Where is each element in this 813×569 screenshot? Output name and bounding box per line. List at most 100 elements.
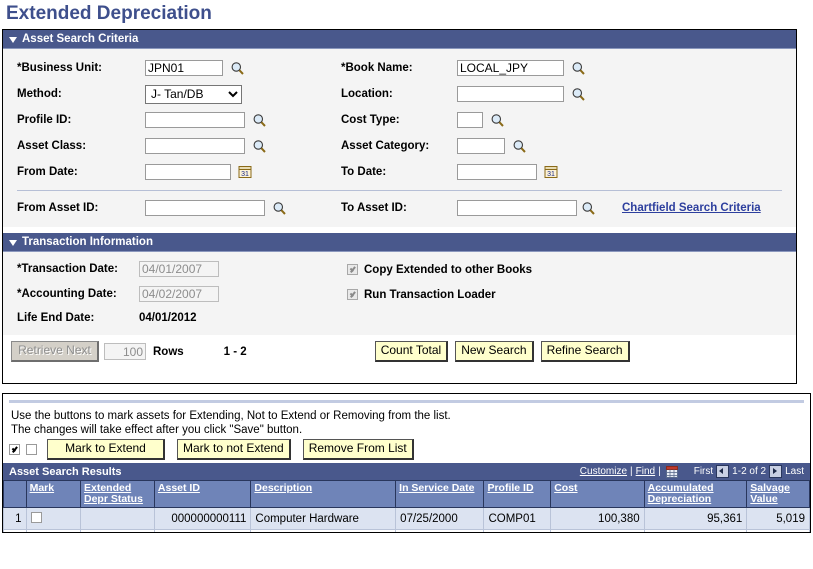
next-arrow-icon[interactable] (769, 465, 783, 478)
run-transaction-loader-label: Run Transaction Loader (364, 288, 496, 301)
row-description: Computer Hardware (250, 529, 397, 532)
to-asset-id-label: To Asset ID: (341, 202, 407, 214)
row-asset-id: 000000000111 (153, 507, 252, 530)
form-row-method: Method: J- Tan/DB Location: (11, 81, 788, 107)
header-mark[interactable]: Mark (25, 480, 81, 508)
book-name-label: *Book Name: (341, 62, 413, 74)
transaction-information-title: Transaction Information (22, 236, 153, 248)
business-unit-input[interactable] (145, 60, 223, 76)
search-panel: Asset Search Criteria *Business Unit: *B… (2, 29, 797, 384)
transaction-information-header[interactable]: Transaction Information (3, 233, 796, 252)
find-link[interactable]: Find (636, 466, 655, 477)
profile-id-input[interactable] (145, 112, 245, 128)
rows-count-input[interactable] (104, 343, 146, 360)
chartfield-search-criteria-link[interactable]: Chartfield Search Criteria (622, 202, 761, 214)
transaction-information-body: *Transaction Date: *Accounting Date: Lif… (3, 252, 796, 335)
form-row-asset-id-range: From Asset ID: To Asset ID: Chartfield S… (11, 195, 788, 221)
form-row-accounting-date: *Accounting Date: (11, 281, 347, 306)
spreadsheet-icon[interactable] (665, 465, 678, 478)
book-name-field-wrap (457, 60, 788, 76)
row-accumulated-depreciation: 285,000 (643, 529, 748, 532)
svg-text:31: 31 (241, 171, 249, 178)
count-total-button[interactable]: Count Total (374, 341, 449, 362)
retrieve-next-button: Retrieve Next (11, 341, 99, 362)
location-input[interactable] (457, 86, 564, 102)
asset-category-input[interactable] (457, 138, 505, 154)
select-all-checkbox[interactable] (9, 444, 20, 455)
asset-class-input[interactable] (145, 138, 245, 154)
remove-from-list-button[interactable]: Remove From List (302, 439, 414, 460)
header-accumulated-depreciation[interactable]: Accumulated Depreciation (643, 480, 748, 508)
profile-id-label: Profile ID: (17, 114, 72, 126)
from-date-input[interactable] (145, 164, 231, 180)
run-loader-row: Run Transaction Loader (347, 282, 532, 307)
row-accumulated-depreciation: 95,361 (643, 507, 748, 530)
asset-class-label: Asset Class: (17, 140, 87, 152)
from-asset-id-magnifier-icon[interactable] (272, 201, 287, 216)
from-asset-id-input[interactable] (145, 200, 265, 216)
form-row-profile-id: Profile ID: Cost Type: (11, 107, 788, 133)
business-unit-field-wrap (145, 60, 341, 76)
cost-type-input[interactable] (457, 112, 483, 128)
header-description[interactable]: Description (250, 480, 397, 508)
first-label[interactable]: First (694, 466, 713, 477)
to-date-field-wrap: 31 (457, 164, 788, 180)
book-name-input[interactable] (457, 60, 564, 76)
mark-to-not-extend-button[interactable]: Mark to not Extend (177, 439, 291, 460)
book-name-magnifier-icon[interactable] (571, 61, 586, 76)
action-bar: Retrieve Next Rows 1 - 2 Count Total New… (3, 335, 796, 362)
row-asset-id: 000000000126 (153, 529, 252, 532)
header-extended-depr-status[interactable]: Extended Depr Status (79, 480, 155, 508)
form-row-from-date: From Date: 31 To Date: 31 (11, 159, 788, 185)
asset-search-criteria-title: Asset Search Criteria (22, 33, 139, 45)
business-unit-magnifier-icon[interactable] (230, 61, 245, 76)
location-label: Location: (341, 88, 393, 100)
refine-search-button[interactable]: Refine Search (540, 341, 630, 362)
collapse-triangle-icon-2[interactable] (9, 239, 17, 246)
to-date-calendar-icon[interactable]: 31 (544, 165, 558, 179)
mark-to-extend-button[interactable]: Mark to Extend (47, 439, 165, 460)
row-mark-checkbox[interactable] (30, 511, 42, 523)
from-date-calendar-icon[interactable]: 31 (238, 165, 252, 179)
header-in-service-date[interactable]: In Service Date (395, 480, 485, 508)
table-row: 1 000000000111 Computer Hardware 07/25/2… (3, 507, 810, 530)
asset-search-criteria-header[interactable]: Asset Search Criteria (3, 30, 796, 49)
method-select[interactable]: J- Tan/DB (145, 84, 242, 104)
to-date-label: To Date: (341, 166, 387, 178)
instruction-line-2: The changes will take effect after you c… (11, 424, 303, 436)
header-cost[interactable]: Cost (550, 480, 645, 508)
location-magnifier-icon[interactable] (571, 87, 586, 102)
nav-separator-1: | (630, 466, 633, 477)
asset-class-magnifier-icon[interactable] (252, 139, 267, 154)
deselect-all-checkbox[interactable] (26, 444, 37, 455)
cost-type-field-wrap (457, 112, 788, 128)
asset-search-results-table: Mark Extended Depr Status Asset ID Descr… (3, 480, 810, 532)
results-panel: Use the buttons to mark assets for Exten… (2, 393, 811, 533)
asset-search-results-title: Asset Search Results (9, 465, 122, 478)
row-cost: 300,000 (550, 529, 645, 532)
header-asset-id[interactable]: Asset ID (153, 480, 252, 508)
collapse-triangle-icon[interactable] (9, 36, 17, 43)
cost-type-magnifier-icon[interactable] (490, 113, 505, 128)
last-label[interactable]: Last (785, 466, 804, 477)
header-profile-id[interactable]: Profile ID (483, 480, 552, 508)
asset-category-magnifier-icon[interactable] (512, 139, 527, 154)
customize-link[interactable]: Customize (580, 466, 627, 477)
instruction-line-1: Use the buttons to mark assets for Exten… (11, 410, 451, 422)
profile-id-magnifier-icon[interactable] (252, 113, 267, 128)
nav-separator-2: | (658, 466, 661, 477)
asset-category-field-wrap (457, 138, 788, 154)
header-salvage-value[interactable]: Salvage Value (746, 480, 810, 508)
run-transaction-loader-checkbox (347, 289, 358, 300)
business-unit-label: *Business Unit: (17, 62, 102, 74)
new-search-button[interactable]: New Search (455, 341, 534, 362)
prev-arrow-icon[interactable] (716, 465, 730, 478)
grid-range-label: 1-2 of 2 (732, 466, 767, 477)
to-asset-id-magnifier-icon[interactable] (581, 201, 596, 216)
cost-type-label: Cost Type: (341, 114, 400, 126)
rows-label: Rows (153, 345, 184, 358)
to-date-input[interactable] (457, 164, 537, 180)
table-row: 2 000000000126 Computer Hardware 08/27/2… (3, 529, 810, 532)
table-header-row: Mark Extended Depr Status Asset ID Descr… (3, 480, 810, 508)
to-asset-id-input[interactable] (457, 200, 577, 216)
